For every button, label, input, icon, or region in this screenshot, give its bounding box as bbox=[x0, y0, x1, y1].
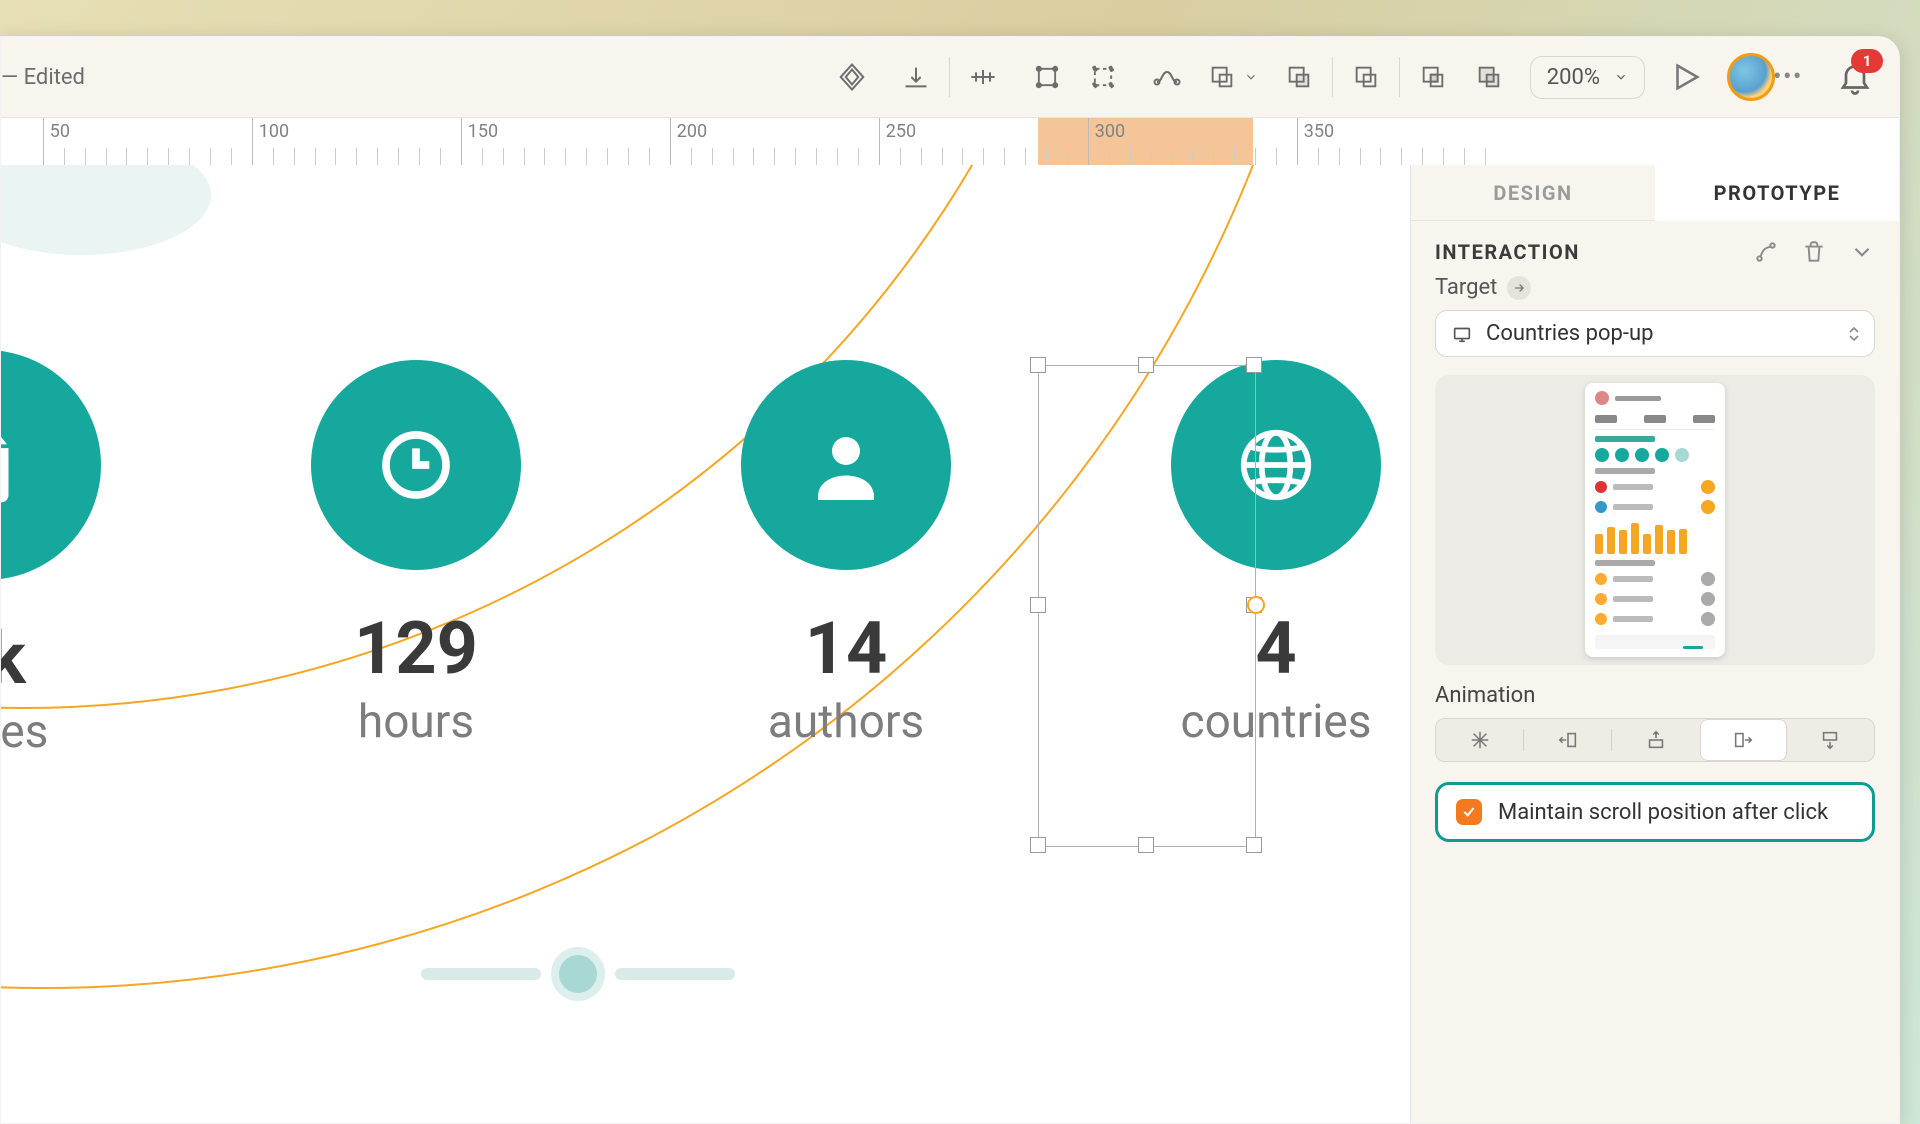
stat-authors: 14 authors bbox=[741, 360, 951, 759]
difference-button[interactable] bbox=[1466, 54, 1512, 100]
stat-icon-circle bbox=[311, 360, 521, 570]
horizontal-ruler[interactable]: 50 100 150 200 250 300 350 bbox=[1, 118, 1899, 167]
ruler-label: 350 bbox=[1297, 118, 1334, 167]
group-button[interactable] bbox=[1024, 54, 1070, 100]
maintain-scroll-label: Maintain scroll position after click bbox=[1498, 800, 1828, 825]
color-picker-button[interactable] bbox=[1144, 54, 1190, 100]
section-title: INTERACTION bbox=[1435, 240, 1580, 264]
delete-interaction-icon[interactable] bbox=[1801, 239, 1827, 265]
zoom-value: 200% bbox=[1547, 65, 1600, 90]
stat-icon-circle bbox=[1171, 360, 1381, 570]
stats-row: 5k pages 129 hours 14 auth bbox=[1, 360, 1381, 759]
animation-slide-down[interactable] bbox=[1787, 719, 1874, 761]
toolbar-separator bbox=[1332, 57, 1333, 97]
collapse-section-icon[interactable] bbox=[1849, 239, 1875, 265]
scale-button[interactable] bbox=[1208, 54, 1258, 100]
artboard-icon bbox=[1450, 323, 1474, 345]
stat-value: 4 bbox=[1255, 606, 1296, 691]
target-preview bbox=[1435, 375, 1875, 665]
notification-badge: 1 bbox=[1851, 49, 1883, 73]
chevron-down-icon bbox=[1614, 70, 1628, 84]
preview-play-button[interactable] bbox=[1663, 54, 1709, 100]
animation-slide-right[interactable] bbox=[1700, 719, 1787, 761]
ruler-label: 300 bbox=[1088, 118, 1125, 167]
ruler-label: 100 bbox=[252, 118, 289, 167]
animation-slide-left[interactable] bbox=[1524, 719, 1611, 761]
stat-label: countries bbox=[1180, 695, 1371, 749]
person-icon bbox=[804, 423, 888, 507]
union-button[interactable] bbox=[1276, 54, 1322, 100]
inspector-tabs: DESIGN PROTOTYPE bbox=[1411, 165, 1899, 221]
document-status: — Edited bbox=[1, 65, 85, 90]
checkbox-checked-icon bbox=[1456, 799, 1482, 825]
inspector-panel: DESIGN PROTOTYPE INTERACTION Target bbox=[1410, 165, 1899, 1123]
carousel-pager[interactable] bbox=[421, 955, 735, 993]
ruler-label: 50 bbox=[43, 118, 70, 167]
animation-options bbox=[1435, 718, 1875, 762]
distribute-horizontal-button[interactable] bbox=[960, 54, 1006, 100]
ruler-label: 150 bbox=[461, 118, 498, 167]
play-icon bbox=[1669, 60, 1703, 94]
chevron-down-icon bbox=[1244, 70, 1258, 84]
interaction-section: INTERACTION Target Countries pop-up bbox=[1411, 221, 1899, 842]
stat-label: hours bbox=[358, 695, 474, 749]
animation-none[interactable] bbox=[1436, 719, 1523, 761]
intersect-button[interactable] bbox=[1410, 54, 1456, 100]
stat-label: pages bbox=[1, 705, 48, 759]
maintain-scroll-option[interactable]: Maintain scroll position after click bbox=[1435, 782, 1875, 842]
user-avatar[interactable] bbox=[1727, 53, 1775, 101]
target-label: Target bbox=[1435, 275, 1497, 300]
document-icon bbox=[1, 415, 31, 515]
create-symbol-button[interactable] bbox=[829, 54, 875, 100]
animation-label: Animation bbox=[1435, 683, 1875, 708]
target-row: Target bbox=[1435, 275, 1875, 300]
animation-slide-up[interactable] bbox=[1612, 719, 1699, 761]
tab-prototype[interactable]: PROTOTYPE bbox=[1655, 165, 1899, 221]
stat-pages: 5k pages bbox=[1, 360, 91, 759]
zoom-control[interactable]: 200% bbox=[1530, 56, 1645, 99]
pager-thumb[interactable] bbox=[559, 955, 597, 993]
preview-phone-mock bbox=[1585, 383, 1725, 657]
target-arrow-icon bbox=[1507, 276, 1531, 300]
stat-value: 14 bbox=[805, 606, 888, 691]
stat-hours: 129 hours bbox=[311, 360, 521, 759]
pager-segment bbox=[421, 968, 541, 980]
stat-label: authors bbox=[768, 695, 924, 749]
notifications-button[interactable]: 1 bbox=[1837, 59, 1873, 95]
ruler-label: 200 bbox=[670, 118, 707, 167]
stat-countries[interactable]: 4 countries bbox=[1171, 360, 1381, 759]
app-window: — Edited bbox=[0, 36, 1900, 1124]
target-select[interactable]: Countries pop-up bbox=[1435, 310, 1875, 357]
globe-icon bbox=[1233, 422, 1319, 508]
tab-design[interactable]: DESIGN bbox=[1411, 165, 1655, 221]
target-value: Countries pop-up bbox=[1486, 321, 1653, 346]
add-interaction-icon[interactable] bbox=[1753, 239, 1779, 265]
canvas[interactable]: 5k pages 129 hours 14 auth bbox=[1, 165, 1410, 1123]
more-menu[interactable]: ••• bbox=[1773, 65, 1803, 90]
stat-icon-circle bbox=[1, 350, 101, 580]
subtract-button[interactable] bbox=[1343, 54, 1389, 100]
select-stepper-icon bbox=[1848, 326, 1860, 342]
clock-icon bbox=[376, 425, 456, 505]
stat-value: 129 bbox=[354, 606, 478, 691]
stat-icon-circle bbox=[741, 360, 951, 570]
stat-value: 5k bbox=[1, 616, 26, 701]
ungroup-button[interactable] bbox=[1080, 54, 1126, 100]
toolbar-separator bbox=[1399, 57, 1400, 97]
align-bottom-button[interactable] bbox=[893, 54, 939, 100]
toolbar: — Edited bbox=[1, 37, 1899, 118]
ruler-label: 250 bbox=[879, 118, 916, 167]
toolbar-separator bbox=[949, 57, 950, 97]
pager-segment bbox=[615, 968, 735, 980]
